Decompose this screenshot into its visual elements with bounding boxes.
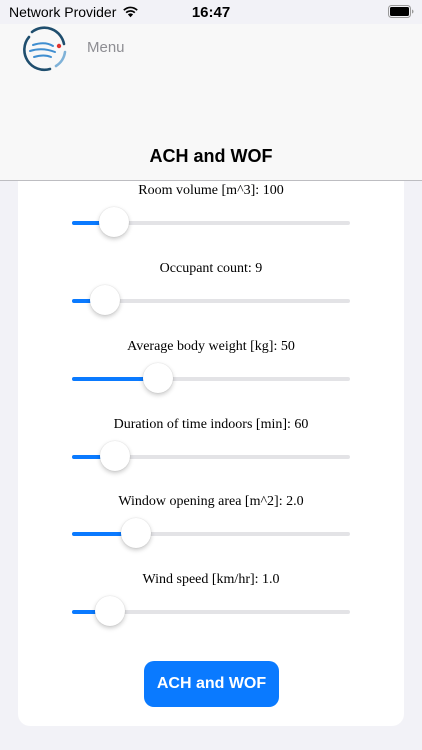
body-weight-slider[interactable] bbox=[72, 363, 350, 393]
slider-thumb[interactable] bbox=[100, 441, 131, 471]
body-weight-group: Average body weight [kg]: 50 bbox=[18, 339, 404, 409]
page-title: ACH and WOF bbox=[149, 146, 273, 166]
wind-speed-group: Wind speed [km/hr]: 1.0 bbox=[18, 572, 404, 642]
slider-thumb[interactable] bbox=[90, 285, 121, 315]
occupant-count-group: Occupant count: 9 bbox=[18, 261, 404, 331]
status-clock: 16:47 bbox=[191, 4, 231, 21]
occupant-count-label: Occupant count: 9 bbox=[159, 261, 263, 276]
ach-wof-button[interactable]: ACH and WOF bbox=[144, 661, 279, 707]
app-logo-icon bbox=[23, 26, 67, 72]
slider-thumb[interactable] bbox=[120, 518, 151, 548]
wind-speed-slider[interactable] bbox=[72, 596, 350, 626]
parameters-card: Room volume [m^3]: 100 Occupant count: 9… bbox=[18, 181, 404, 726]
wind-speed-label: Wind speed [km/hr]: 1.0 bbox=[142, 572, 280, 587]
room-volume-slider[interactable] bbox=[72, 207, 350, 237]
window-area-group: Window opening area [m^2]: 2.0 bbox=[18, 494, 404, 564]
app-header: Menu ACH and WOF bbox=[0, 24, 422, 181]
room-volume-group: Room volume [m^3]: 100 bbox=[18, 183, 404, 253]
body-weight-label: Average body weight [kg]: 50 bbox=[127, 339, 295, 354]
menu-link[interactable]: Menu bbox=[87, 39, 125, 56]
duration-group: Duration of time indoors [min]: 60 bbox=[18, 417, 404, 487]
slider-thumb[interactable] bbox=[143, 363, 174, 393]
slider-thumb[interactable] bbox=[98, 207, 129, 237]
occupant-count-slider[interactable] bbox=[72, 285, 350, 315]
duration-label: Duration of time indoors [min]: 60 bbox=[113, 417, 309, 432]
battery-icon bbox=[388, 5, 414, 18]
slider-thumb[interactable] bbox=[94, 596, 125, 626]
window-area-slider[interactable] bbox=[72, 518, 350, 548]
status-bar: Network Provider 16:47 bbox=[0, 0, 422, 24]
window-area-label: Window opening area [m^2]: 2.0 bbox=[118, 494, 304, 509]
room-volume-label: Room volume [m^3]: 100 bbox=[138, 183, 284, 198]
duration-slider[interactable] bbox=[72, 441, 350, 471]
